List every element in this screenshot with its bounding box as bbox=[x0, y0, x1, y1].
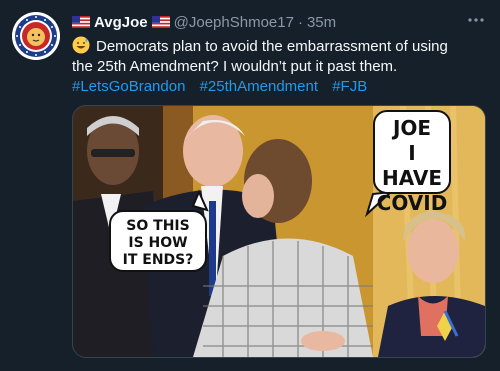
tweet-image[interactable]: SO THIS IS HOW IT ENDS? JOE I HAVE COVID bbox=[72, 105, 486, 358]
timestamp[interactable]: 35m bbox=[307, 14, 336, 31]
tweet-text: Democrats plan to avoid the embarrassmen… bbox=[72, 36, 482, 97]
hashtag-link[interactable]: #FJB bbox=[332, 78, 367, 95]
avatar[interactable] bbox=[12, 12, 60, 60]
user-handle[interactable]: @JoephShmoe17 bbox=[174, 14, 294, 31]
bubble-line: IT ENDS? bbox=[122, 252, 194, 268]
grinning-sweat-face-icon bbox=[72, 36, 90, 54]
tweet-text-line-1: Democrats plan to avoid the embarrassmen… bbox=[72, 36, 482, 57]
hashtag-link[interactable]: #25thAmendment bbox=[200, 78, 318, 95]
hashtag-link[interactable]: #LetsGoBrandon bbox=[72, 78, 185, 95]
tweet-header: AvgJoe @JoephShmoe17 · 35m bbox=[72, 12, 336, 32]
bubble-line: COVID bbox=[376, 191, 448, 215]
us-flag-icon bbox=[151, 16, 170, 28]
separator-dot: · bbox=[297, 13, 303, 31]
us-flag-icon bbox=[72, 16, 90, 28]
lion-logo-icon bbox=[12, 12, 60, 60]
hashtag-list: #LetsGoBrandon #25thAmendment #FJB bbox=[72, 77, 482, 97]
speech-bubble-left: SO THIS IS HOW IT ENDS? bbox=[109, 210, 207, 272]
bubble-line: SO THIS bbox=[126, 218, 190, 234]
bubble-line: JOE bbox=[392, 116, 432, 140]
more-options-icon[interactable] bbox=[466, 10, 486, 30]
display-name[interactable]: AvgJoe bbox=[94, 14, 148, 31]
bubble-line: IS HOW bbox=[128, 235, 188, 251]
speech-bubble-right: JOE I HAVE COVID bbox=[373, 110, 451, 215]
tweet[interactable]: AvgJoe @JoephShmoe17 · 35m Democrats pla… bbox=[0, 0, 500, 371]
tweet-text-line-2: the 25th Amendment? I wouldn’t put it pa… bbox=[72, 58, 398, 75]
bubble-line: I HAVE bbox=[382, 141, 442, 190]
